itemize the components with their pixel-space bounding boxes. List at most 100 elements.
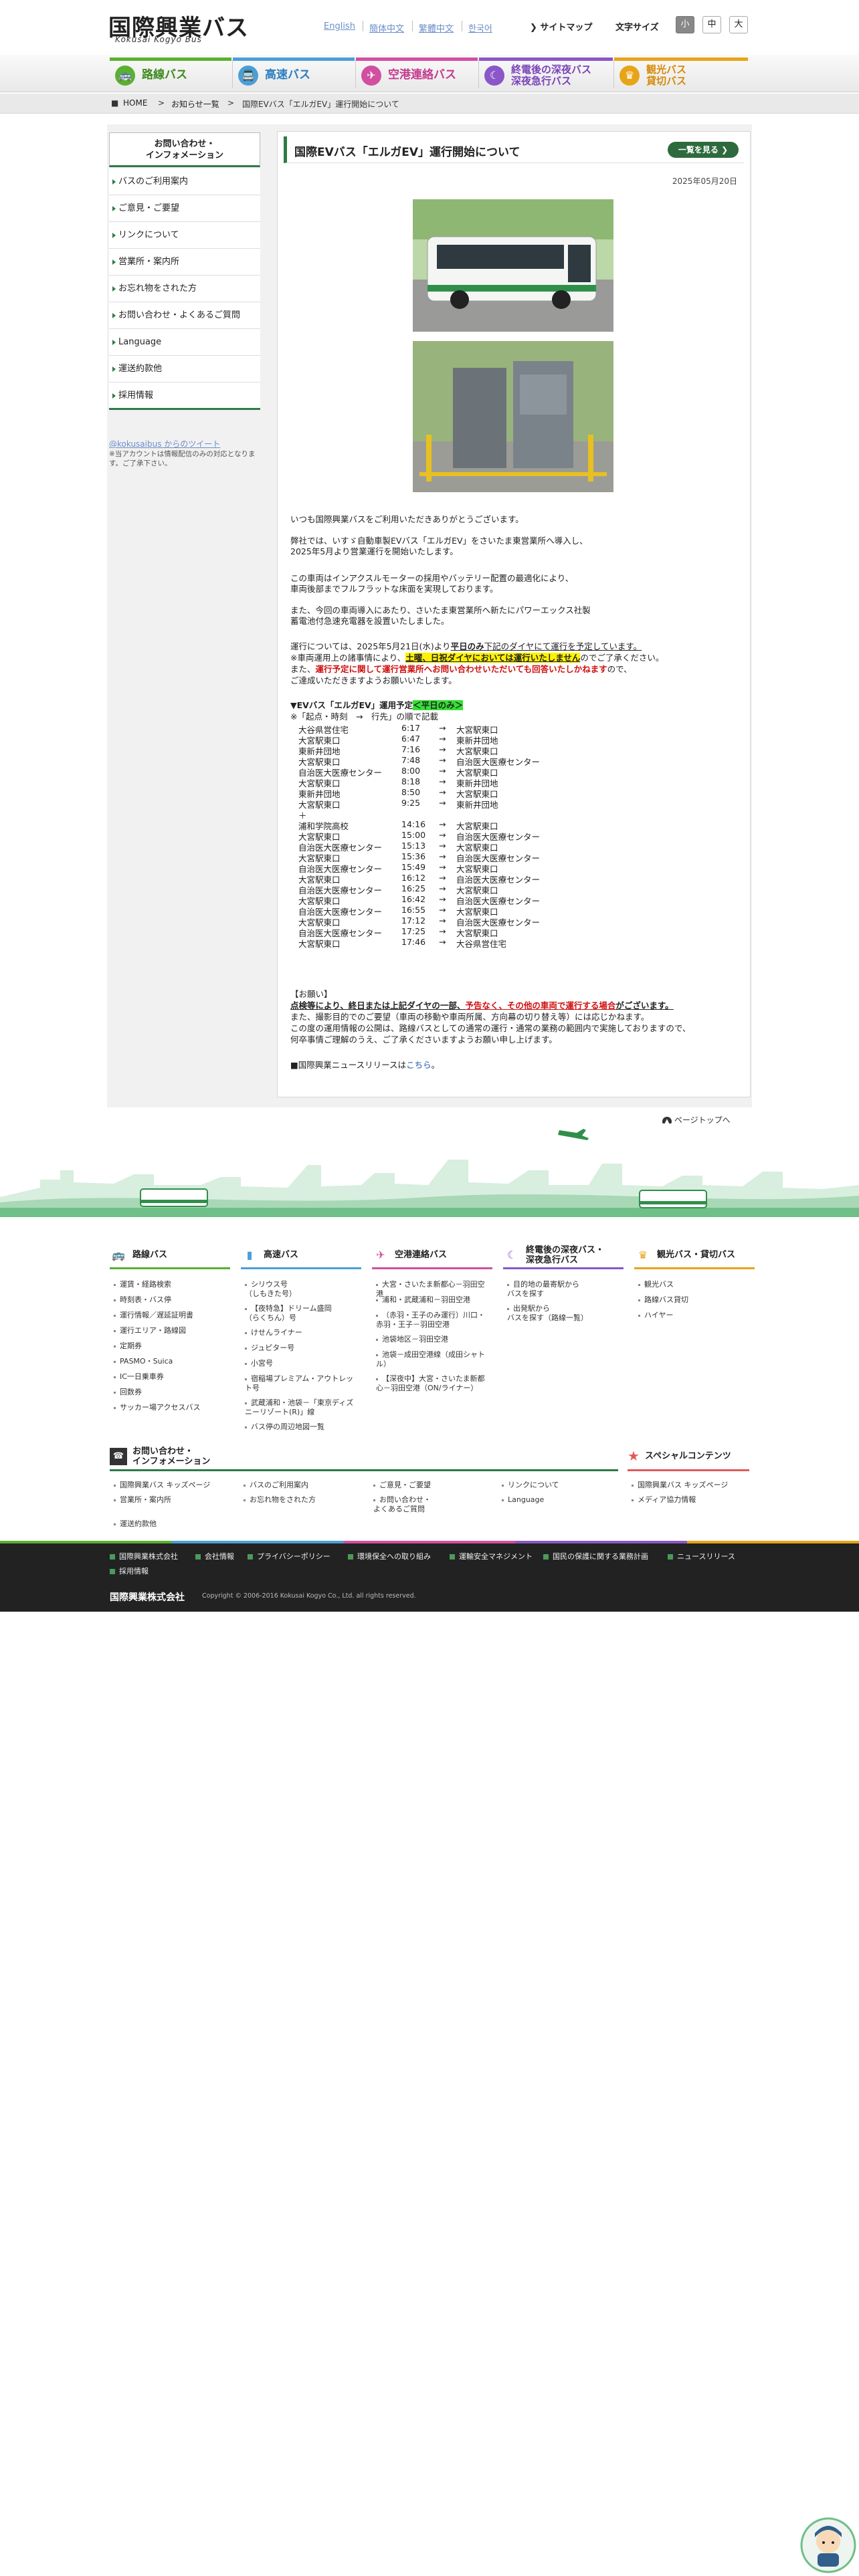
arrow-right-icon: → [439, 862, 446, 872]
lang-english-link[interactable]: English [324, 21, 355, 31]
sidebar-item-usage-guide[interactable]: バスのご利用案内 [109, 169, 260, 195]
footer-link[interactable]: シリウス号 （しもきた号） [245, 1280, 359, 1299]
footer-link[interactable]: 【深夜中】大宮・さいたま新都心－羽田空港（ON/ライナー） [376, 1374, 490, 1393]
footer-link[interactable]: お問い合わせ・ よくあるご質問 [373, 1495, 431, 1514]
ev-bus-photo [413, 199, 613, 332]
arrow-right-icon: → [439, 841, 446, 851]
sidebar-heading: お問い合わせ・ インフォメーション [109, 132, 260, 167]
article-paragraph: いつも国際興業バスをご利用いただきありがとうございます。 [290, 514, 524, 524]
schedule-time: 14:16 [401, 819, 426, 829]
font-size-medium-button[interactable]: 中 [702, 16, 721, 33]
footer-link[interactable]: 国際興業バス キッズページ [632, 1481, 728, 1490]
sidebar-item-lost-items[interactable]: お忘れ物をされた方 [109, 276, 260, 302]
footer-link[interactable]: お忘れ物をされた方 [244, 1495, 316, 1505]
schedule-time: 15:49 [401, 862, 426, 872]
footer-link[interactable]: メディア協力情報 [632, 1495, 696, 1505]
footer-link[interactable]: 運行エリア・路線図 [114, 1326, 227, 1335]
footer-col-heading[interactable]: ▮ 高速バス [241, 1243, 361, 1269]
footer-bottom-link[interactable]: 環境保全への取り組み [348, 1551, 431, 1562]
footer-link[interactable]: 運送約款他 [114, 1519, 157, 1529]
lang-simplified-chinese-link[interactable]: 簡体中文 [369, 21, 404, 34]
footer-link[interactable]: 宿稲場プレミアム・アウトレット号 [245, 1374, 359, 1393]
lang-traditional-chinese-link[interactable]: 繁體中文 [419, 21, 454, 34]
footer-link[interactable]: ハイヤー [638, 1311, 752, 1320]
breadcrumb-home[interactable]: HOME [123, 98, 147, 108]
footer-col-heading[interactable]: ✈ 空港連絡バス [372, 1243, 492, 1269]
footer-link[interactable]: 出発駅から バスを探す（路線一覧） [507, 1304, 621, 1323]
footer-link[interactable]: 時刻表・バス停 [114, 1295, 227, 1305]
footer-link[interactable]: サッカー場アクセスバス [114, 1403, 227, 1412]
footer-bottom-link[interactable]: 運輸安全マネジメント [450, 1551, 533, 1562]
notice-line: この度の運用情報の公開は、路線バスとしての通常の運行・通常の業務の範囲内で実施し… [290, 1023, 691, 1033]
article-paragraph: ご達成いただきますようお願いいたします。 [290, 675, 457, 685]
footer-link[interactable]: 運賃・経路検索 [114, 1280, 227, 1289]
breadcrumb-separator: > [158, 98, 165, 108]
footer-link[interactable]: 路線バス貸切 [638, 1295, 752, 1305]
footer-link[interactable]: IC一日乗車券 [114, 1372, 227, 1382]
airplane-icon: ✈ [376, 1249, 385, 1261]
footer-bottom-link[interactable]: ニュースリリース [668, 1551, 735, 1562]
footer-link[interactable]: 運行情報／遅延証明書 [114, 1311, 227, 1320]
sidebar-item-faq[interactable]: お問い合わせ・よくあるご質問 [109, 302, 260, 329]
gnav-late-night-bus[interactable]: ☾ 終電後の深夜バス 深夜急行バス [479, 58, 613, 90]
footer-link[interactable]: 定期券 [114, 1341, 227, 1351]
footer-link[interactable]: 目的地の最寄駅から バスを探す [507, 1280, 621, 1299]
sitemap-link[interactable]: ❯ サイトマップ [530, 20, 592, 33]
footer-col-heading[interactable]: ☾ 終電後の深夜バス・ 深夜急行バス [503, 1243, 624, 1269]
sidebar-item-language[interactable]: Language [109, 329, 260, 356]
footer-bottom-link[interactable]: 国際興業株式会社 [110, 1551, 178, 1562]
sidebar-item-terms[interactable]: 運送約款他 [109, 356, 260, 383]
breadcrumb-news[interactable]: お知らせ一覧 [171, 98, 219, 110]
footer-link[interactable]: PASMO・Suica [114, 1357, 227, 1366]
footer-link[interactable]: バス停の周辺地図一覧 [245, 1422, 359, 1432]
gnav-airport-bus[interactable]: ✈ 空港連絡バス [356, 58, 478, 90]
footer-link[interactable]: ジュピター号 [245, 1344, 359, 1353]
footer-bottom-link[interactable]: 会社情報 [195, 1551, 234, 1562]
footer-link[interactable]: けせんライナー [245, 1328, 359, 1337]
moon-icon: ☾ [506, 1249, 517, 1261]
sidebar-item-recruit[interactable]: 採用情報 [109, 383, 260, 409]
footer-link[interactable]: 【夜特急】ドリーム盛岡 （らくちん）号 [245, 1304, 359, 1323]
footer-link[interactable]: バスのご利用案内 [244, 1481, 308, 1490]
footer-link[interactable]: 営業所・案内所 [114, 1495, 171, 1505]
footer-link[interactable]: （赤羽・王子のみ運行）川口・赤羽・王子－羽田空港 [376, 1311, 490, 1329]
footer-link[interactable]: 国際興業バス キッズページ [114, 1481, 210, 1490]
gnav-highway-bus[interactable]: 🚍 高速バス [233, 58, 355, 90]
sidebar-item-links[interactable]: リンクについて [109, 222, 260, 249]
footer-link[interactable]: 池袋地区－羽田空港 [376, 1335, 490, 1344]
footer-link[interactable]: 武蔵浦和・池袋－「東京ディズニーリゾート(R)」線 [245, 1398, 359, 1417]
sidebar-item-feedback[interactable]: ご意見・ご要望 [109, 195, 260, 222]
sidebar-item-offices[interactable]: 営業所・案内所 [109, 249, 260, 276]
footer-bottom-link[interactable]: プライバシーポリシー [248, 1551, 330, 1562]
footer-link[interactable]: 小宮号 [245, 1359, 359, 1368]
footer-link[interactable]: 浦和・武蔵浦和－羽田空港 [376, 1295, 490, 1305]
page-title: 国際EVバス「エルガEV」運行開始について [294, 146, 520, 159]
article-paragraph: この車両はインアクスルモーターの採用やバッテリー配置の最適化により、 [290, 573, 574, 583]
footer-bottom-link[interactable]: 採用情報 [110, 1566, 149, 1576]
lang-korean-link[interactable]: 한국어 [468, 21, 492, 34]
gnav-route-bus[interactable]: 🚌 路線バス [110, 58, 231, 90]
gnav-sightseeing-bus[interactable]: ♛ 観光バス 貸切バス [614, 58, 748, 90]
mascot-character-icon[interactable] [800, 2517, 856, 2573]
twitter-link[interactable]: @kokusaibus からのツイート [109, 438, 220, 449]
font-size-label: 文字サイズ [615, 23, 659, 33]
footer-link[interactable]: 観光バス [638, 1280, 752, 1289]
phone-icon: ☎ [110, 1447, 127, 1465]
font-size-small-button[interactable]: 小 [676, 16, 694, 33]
footer-bottom-link[interactable]: 国民の保護に関する業務計画 [543, 1551, 648, 1562]
list-button[interactable]: 一覧を見る ❯ [668, 142, 739, 158]
article-paragraph: ※車両運用上の諸事情により、土曜、日祝ダイヤにおいては運行いたしませんのでご了承… [290, 653, 664, 663]
footer-link[interactable]: リンクについて [502, 1481, 559, 1490]
footer-link[interactable]: 回数券 [114, 1388, 227, 1397]
footer-special-heading: ★ スペシャルコンテンツ [628, 1443, 749, 1471]
footer-link[interactable]: ご意見・ご要望 [373, 1481, 431, 1490]
footer-link[interactable]: 池袋－成田空港線（成田シャトル） [376, 1350, 490, 1369]
font-size-large-button[interactable]: 大 [729, 16, 748, 33]
schedule-time: 15:00 [401, 830, 426, 840]
press-release-link[interactable]: こちら [406, 1060, 432, 1070]
footer-company: 国際興業株式会社 [110, 1592, 185, 1603]
footer-link[interactable]: Language [502, 1495, 544, 1505]
footer-col-heading[interactable]: 🚌 路線バス [110, 1243, 230, 1269]
highway-bus-icon: ▮ [246, 1249, 253, 1261]
footer-col-heading[interactable]: ♛ 観光バス・貸切バス [634, 1243, 755, 1269]
